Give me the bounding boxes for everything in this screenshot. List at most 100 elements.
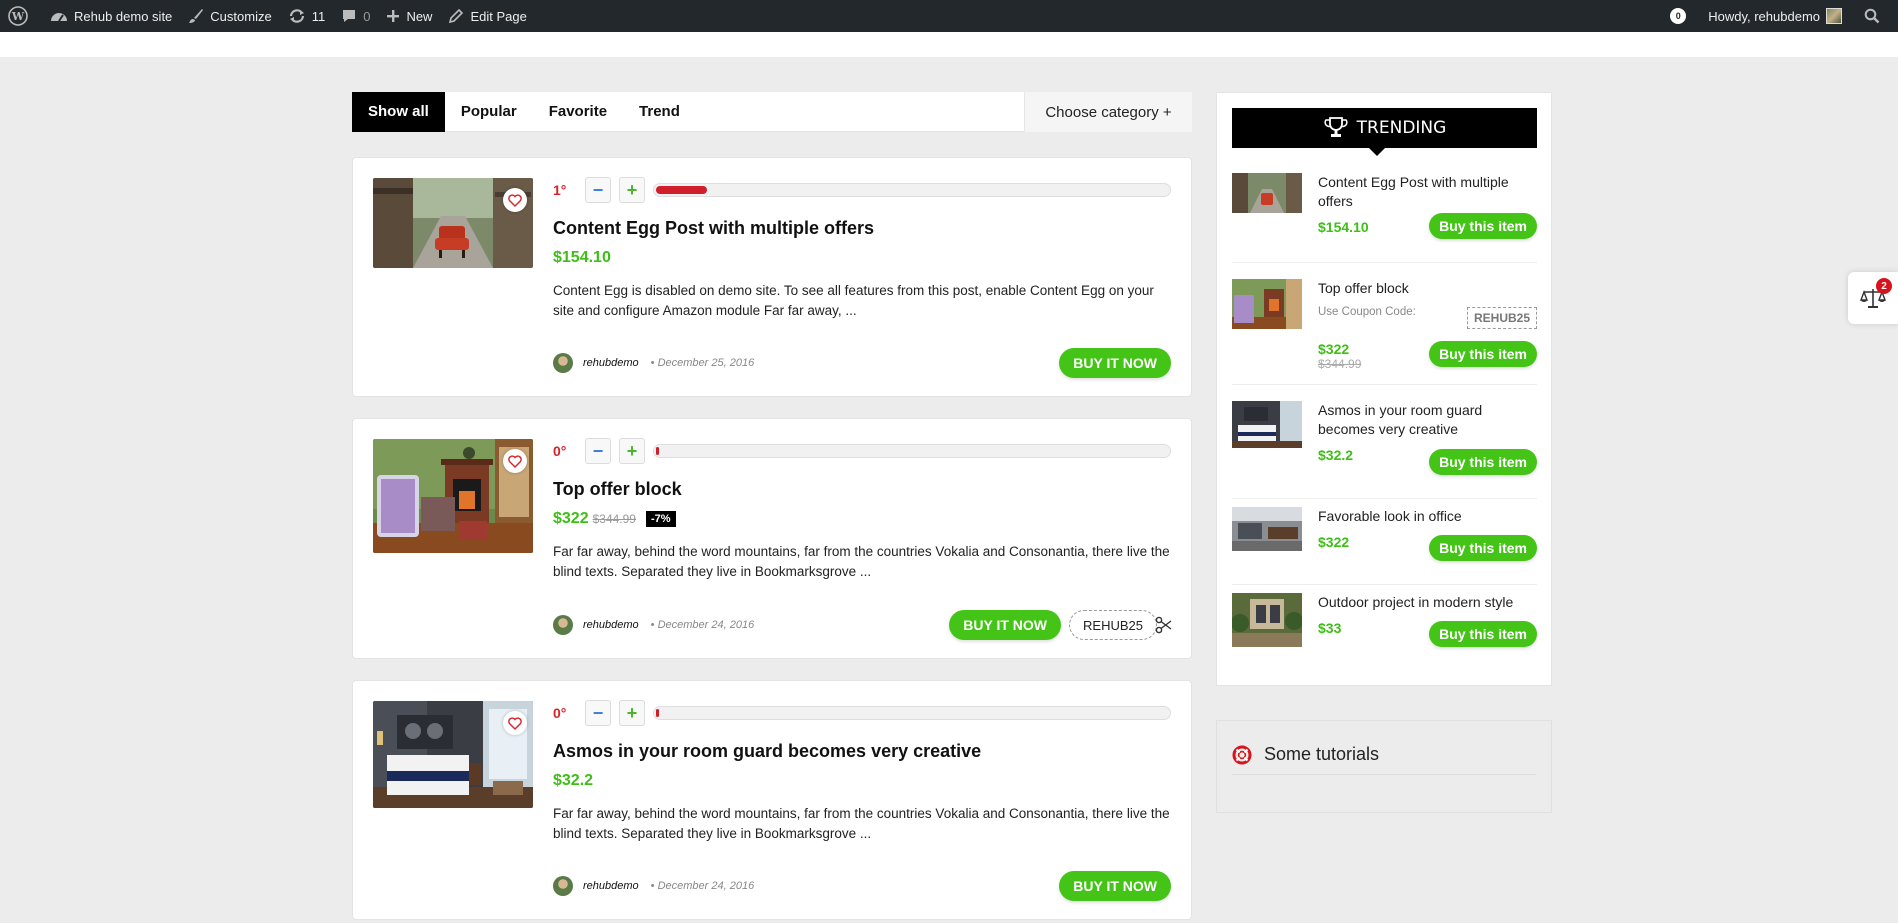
plus-icon [387, 10, 400, 22]
coupon-code[interactable]: REHUB25 [1466, 307, 1537, 329]
new-content-link[interactable]: New [378, 0, 440, 32]
wordpress-icon: W [8, 6, 28, 26]
hot-bar [653, 183, 1171, 197]
post-body: 0° − + Asmos in your room guard becomes … [553, 699, 1171, 844]
buy-this-item-button[interactable]: Buy this item [1429, 449, 1537, 475]
favorite-heart-button[interactable] [503, 711, 527, 735]
trending-heading: TRENDING [1232, 108, 1537, 148]
header-spacer [0, 32, 1898, 57]
site-name-link[interactable]: Rehub demo site [42, 0, 180, 32]
hot-bar-fill [656, 447, 659, 455]
site-name: Rehub demo site [74, 8, 173, 24]
trending-item: Outdoor project in modern style $33 Buy … [1232, 593, 1537, 653]
trending-item-price: $322 [1318, 534, 1350, 550]
hot-temperature: 0° [553, 705, 567, 721]
trending-item-title[interactable]: Favorable look in office [1318, 507, 1537, 526]
hot-plus-button[interactable]: + [619, 700, 645, 726]
post-thumbnail[interactable] [373, 178, 533, 268]
favorite-heart-button[interactable] [503, 449, 527, 473]
author-name[interactable]: rehubdemo [583, 619, 639, 631]
tab-trend[interactable]: Trend [623, 92, 696, 132]
comment-icon [343, 10, 356, 22]
author-name[interactable]: rehubdemo [583, 357, 639, 369]
heart-icon [508, 454, 522, 468]
post-excerpt: Far far away, behind the word mountains,… [553, 806, 1170, 841]
customize-link[interactable]: Customize [180, 0, 279, 32]
favorite-heart-button[interactable] [503, 188, 527, 212]
buy-it-now-button[interactable]: BUY IT NOW [1059, 871, 1171, 901]
hot-bar-fill [656, 186, 707, 194]
hot-meter: 1° − + [553, 176, 1171, 204]
post-thumbnail[interactable] [373, 439, 533, 553]
comments-link[interactable]: 0 [333, 0, 378, 32]
edit-page-link[interactable]: Edit Page [440, 0, 534, 32]
trending-thumbnail[interactable] [1232, 593, 1302, 647]
trending-item-title[interactable]: Top offer block [1318, 279, 1537, 298]
buy-this-item-button[interactable]: Buy this item [1429, 535, 1537, 561]
coupon-code-button[interactable]: REHUB25 [1069, 610, 1157, 640]
hot-minus-button[interactable]: − [585, 700, 611, 726]
hot-plus-button[interactable]: + [619, 438, 645, 464]
buy-this-item-button[interactable]: Buy this item [1429, 213, 1537, 239]
author-avatar[interactable] [553, 876, 573, 896]
hot-plus-button[interactable]: + [619, 177, 645, 203]
lifebuoy-icon [1232, 745, 1252, 764]
user-avatar [1826, 8, 1842, 24]
tab-show-all[interactable]: Show all [352, 91, 445, 132]
author-avatar[interactable] [553, 353, 573, 373]
trending-thumbnail[interactable] [1232, 279, 1302, 329]
post-title[interactable]: Content Egg Post with multiple offers [553, 218, 1171, 239]
hot-meter: 0° − + [553, 437, 1171, 465]
notification-count[interactable]: 0 [1670, 8, 1687, 24]
trending-item: Top offer block Use Coupon Code: REHUB25… [1232, 279, 1537, 385]
trending-item-price: $322 [1318, 341, 1350, 357]
search-icon [1864, 8, 1880, 24]
post-thumbnail[interactable] [373, 701, 533, 808]
hot-minus-button[interactable]: − [585, 438, 611, 464]
compare-button[interactable]: 2 [1848, 272, 1898, 324]
hot-minus-button[interactable]: − [585, 177, 611, 203]
heart-icon [508, 193, 522, 207]
post-meta: rehubdemo • December 25, 2016 BUY IT NOW [553, 348, 1171, 378]
trending-item-title[interactable]: Content Egg Post with multiple offers [1318, 173, 1537, 211]
wordpress-logo[interactable]: W [0, 0, 42, 32]
post-date-text: December 24, 2016 [657, 619, 755, 631]
hot-temperature: 1° [553, 182, 567, 198]
post-date: • December 25, 2016 [650, 357, 755, 369]
price-row: $322 $344.99 -7% [553, 510, 1171, 528]
discount-badge: -7% [645, 511, 676, 527]
post-title[interactable]: Top offer block [553, 479, 1171, 500]
updates-link[interactable]: 11 [280, 0, 334, 32]
tutorials-heading: Some tutorials [1232, 735, 1536, 775]
trending-thumbnail[interactable] [1232, 173, 1302, 213]
my-account-link[interactable]: Howdy, rehubdemo [1700, 0, 1852, 32]
hot-bar [653, 444, 1171, 458]
trending-thumbnail[interactable] [1232, 401, 1302, 448]
buy-it-now-button[interactable]: BUY IT NOW [949, 610, 1061, 640]
choose-category-button[interactable]: Choose category + [1024, 92, 1192, 132]
new-label: New [406, 8, 433, 24]
post-title[interactable]: Asmos in your room guard becomes very cr… [553, 741, 1171, 762]
post-excerpt: Far far away, behind the word mountains,… [553, 544, 1170, 579]
office-thumb [1232, 507, 1302, 551]
post-old-price: $344.99 [592, 512, 636, 526]
trending-item-title[interactable]: Asmos in your room guard becomes very cr… [1318, 401, 1537, 439]
post-date: • December 24, 2016 [650, 619, 755, 631]
post-card: 1° − + Content Egg Post with multiple of… [352, 157, 1192, 397]
trending-thumbnail[interactable] [1232, 507, 1302, 551]
author-name[interactable]: rehubdemo [583, 880, 639, 892]
trending-item-price: $154.10 [1318, 219, 1369, 235]
howdy-label: Howdy, rehubdemo [1708, 8, 1820, 24]
author-avatar[interactable] [553, 615, 573, 635]
coupon-label: Use Coupon Code: [1318, 306, 1416, 318]
post-card: 0° − + Top offer block $322 $344.99 -7% … [352, 418, 1192, 659]
buy-this-item-button[interactable]: Buy this item [1429, 621, 1537, 647]
brush-icon [189, 9, 204, 23]
trending-item-title[interactable]: Outdoor project in modern style [1318, 593, 1537, 612]
tab-popular[interactable]: Popular [445, 92, 533, 132]
tab-favorite[interactable]: Favorite [533, 92, 623, 132]
admin-search-button[interactable] [1852, 0, 1898, 32]
buy-it-now-button[interactable]: BUY IT NOW [1059, 348, 1171, 378]
post-meta: rehubdemo • December 24, 2016 BUY IT NOW… [553, 610, 1172, 640]
buy-this-item-button[interactable]: Buy this item [1429, 341, 1537, 367]
